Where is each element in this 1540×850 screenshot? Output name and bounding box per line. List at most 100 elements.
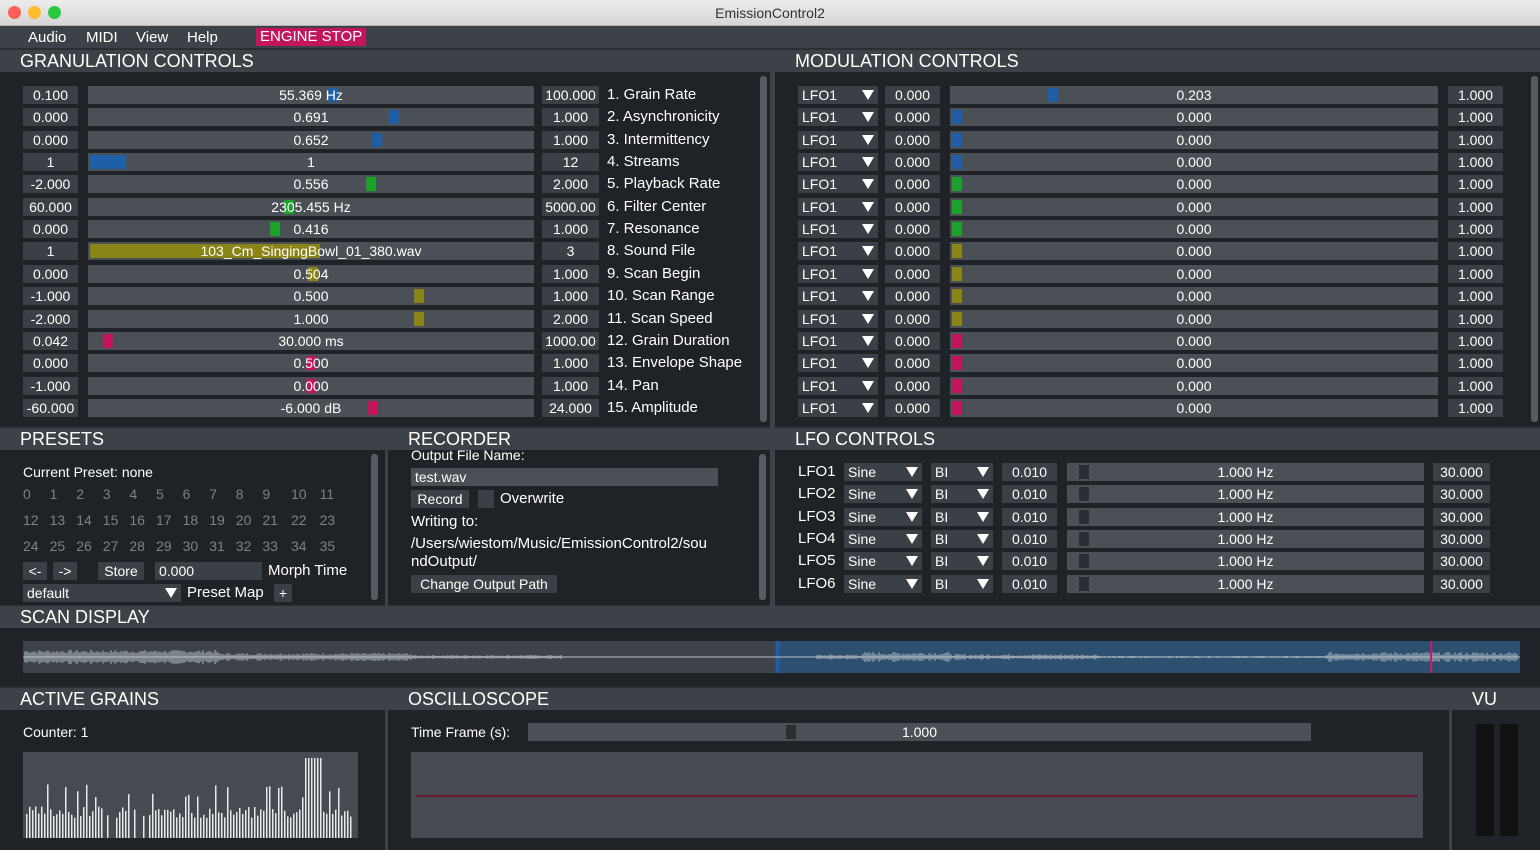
- gran-slider-handle[interactable]: [372, 133, 382, 147]
- preset-slot[interactable]: 11: [320, 485, 335, 503]
- time-frame-handle[interactable]: [786, 725, 796, 739]
- lfo-polarity-dropdown[interactable]: BI: [931, 485, 993, 503]
- preset-slot[interactable]: 3: [103, 485, 111, 503]
- gran-max-input[interactable]: 2.000: [542, 175, 599, 193]
- gran-slider[interactable]: 0.416: [88, 220, 534, 238]
- lfo-shape-dropdown[interactable]: Sine: [844, 508, 922, 526]
- mod-max-input[interactable]: 1.000: [1448, 242, 1503, 260]
- gran-max-input[interactable]: 12: [542, 153, 599, 171]
- mod-max-input[interactable]: 1.000: [1448, 399, 1503, 417]
- gran-max-input[interactable]: 100.000: [542, 86, 599, 104]
- preset-slot[interactable]: 9: [262, 485, 270, 503]
- mod-depth-slider[interactable]: 0.000: [950, 354, 1438, 372]
- preset-slot[interactable]: 17: [156, 511, 172, 529]
- mod-lfo-dropdown[interactable]: LFO1: [798, 242, 878, 260]
- overwrite-checkbox[interactable]: [478, 490, 494, 508]
- mod-min-input[interactable]: 0.000: [885, 198, 940, 216]
- preset-slot[interactable]: 28: [129, 537, 145, 555]
- mod-slider-handle[interactable]: [952, 289, 962, 303]
- mod-slider-handle[interactable]: [952, 244, 962, 258]
- mod-max-input[interactable]: 1.000: [1448, 377, 1503, 395]
- scan-waveform[interactable]: [23, 641, 1520, 673]
- gran-max-input[interactable]: 1.000: [542, 131, 599, 149]
- gran-min-input[interactable]: 0.000: [23, 265, 78, 283]
- preset-slot[interactable]: 20: [236, 511, 252, 529]
- mod-lfo-dropdown[interactable]: LFO1: [798, 175, 878, 193]
- preset-slot[interactable]: 15: [103, 511, 119, 529]
- preset-slot[interactable]: 8: [236, 485, 244, 503]
- mod-lfo-dropdown[interactable]: LFO1: [798, 265, 878, 283]
- lfo-shape-dropdown[interactable]: Sine: [844, 485, 922, 503]
- gran-max-input[interactable]: 1.000: [542, 108, 599, 126]
- output-file-input[interactable]: test.wav: [411, 468, 718, 486]
- lfo-max-input[interactable]: 30.000: [1433, 552, 1490, 570]
- mod-min-input[interactable]: 0.000: [885, 242, 940, 260]
- mod-max-input[interactable]: 1.000: [1448, 131, 1503, 149]
- mod-max-input[interactable]: 1.000: [1448, 108, 1503, 126]
- lfo-min-input[interactable]: 0.010: [1002, 552, 1057, 570]
- preset-slot[interactable]: 29: [156, 537, 172, 555]
- preset-slot[interactable]: 22: [291, 511, 307, 529]
- lfo-min-input[interactable]: 0.010: [1002, 485, 1057, 503]
- preset-slot[interactable]: 13: [50, 511, 66, 529]
- mod-depth-slider[interactable]: 0.000: [950, 153, 1438, 171]
- mod-depth-slider[interactable]: 0.000: [950, 265, 1438, 283]
- preset-slot[interactable]: 35: [320, 537, 336, 555]
- gran-slider[interactable]: 0.500: [88, 354, 534, 372]
- mod-max-input[interactable]: 1.000: [1448, 175, 1503, 193]
- mod-slider-handle[interactable]: [952, 267, 962, 281]
- menu-view[interactable]: View: [136, 29, 168, 46]
- lfo-frequency-slider[interactable]: 1.000 Hz: [1067, 485, 1424, 503]
- preset-slot[interactable]: 12: [23, 511, 39, 529]
- mod-depth-slider[interactable]: 0.000: [950, 310, 1438, 328]
- preset-slot[interactable]: 27: [103, 537, 119, 555]
- preset-slot[interactable]: 5: [156, 485, 164, 503]
- mod-max-input[interactable]: 1.000: [1448, 86, 1503, 104]
- mod-lfo-dropdown[interactable]: LFO1: [798, 377, 878, 395]
- mod-min-input[interactable]: 0.000: [885, 354, 940, 372]
- gran-min-input[interactable]: 0.000: [23, 131, 78, 149]
- mod-min-input[interactable]: 0.000: [885, 332, 940, 350]
- lfo-shape-dropdown[interactable]: Sine: [844, 575, 922, 593]
- preset-slot[interactable]: 34: [291, 537, 307, 555]
- gran-min-input[interactable]: 60.000: [23, 198, 78, 216]
- mod-slider-handle[interactable]: [952, 334, 962, 348]
- gran-min-input[interactable]: 0.000: [23, 108, 78, 126]
- mod-slider-handle[interactable]: [1048, 88, 1058, 102]
- gran-slider[interactable]: 0.556: [88, 175, 534, 193]
- mod-max-input[interactable]: 1.000: [1448, 310, 1503, 328]
- mod-lfo-dropdown[interactable]: LFO1: [798, 310, 878, 328]
- lfo-polarity-dropdown[interactable]: BI: [931, 508, 993, 526]
- preset-slot[interactable]: 19: [209, 511, 225, 529]
- gran-slider[interactable]: 103_Cm_SingingBowl_01_380.wav: [88, 242, 534, 260]
- mod-lfo-dropdown[interactable]: LFO1: [798, 220, 878, 238]
- engine-stop-button[interactable]: ENGINE STOP: [256, 28, 366, 46]
- gran-slider[interactable]: 55.369 Hz: [88, 86, 534, 104]
- preset-slot[interactable]: 14: [76, 511, 92, 529]
- gran-slider-handle[interactable]: [270, 222, 280, 236]
- mod-slider-handle[interactable]: [952, 356, 962, 370]
- mod-lfo-dropdown[interactable]: LFO1: [798, 198, 878, 216]
- gran-max-input[interactable]: 2.000: [542, 310, 599, 328]
- mod-min-input[interactable]: 0.000: [885, 131, 940, 149]
- preset-slot[interactable]: 33: [262, 537, 278, 555]
- gran-min-input[interactable]: 1: [23, 153, 78, 171]
- gran-max-input[interactable]: 5000.00: [542, 198, 599, 216]
- lfo-slider-handle[interactable]: [1079, 465, 1089, 479]
- lfo-frequency-slider[interactable]: 1.000 Hz: [1067, 508, 1424, 526]
- mod-min-input[interactable]: 0.000: [885, 399, 940, 417]
- gran-slider-handle[interactable]: [368, 401, 378, 415]
- gran-max-input[interactable]: 1.000: [542, 265, 599, 283]
- gran-min-input[interactable]: 0.000: [23, 354, 78, 372]
- mod-max-input[interactable]: 1.000: [1448, 265, 1503, 283]
- mod-slider-handle[interactable]: [952, 177, 962, 191]
- mod-min-input[interactable]: 0.000: [885, 287, 940, 305]
- preset-next-button[interactable]: ->: [53, 562, 77, 580]
- gran-slider-handle[interactable]: [90, 155, 126, 169]
- mod-min-input[interactable]: 0.000: [885, 220, 940, 238]
- preset-slot[interactable]: 0: [23, 485, 31, 503]
- lfo-max-input[interactable]: 30.000: [1433, 575, 1490, 593]
- gran-slider[interactable]: 0.504: [88, 265, 534, 283]
- presets-scrollbar[interactable]: [371, 454, 378, 600]
- preset-slot[interactable]: 10: [291, 485, 307, 503]
